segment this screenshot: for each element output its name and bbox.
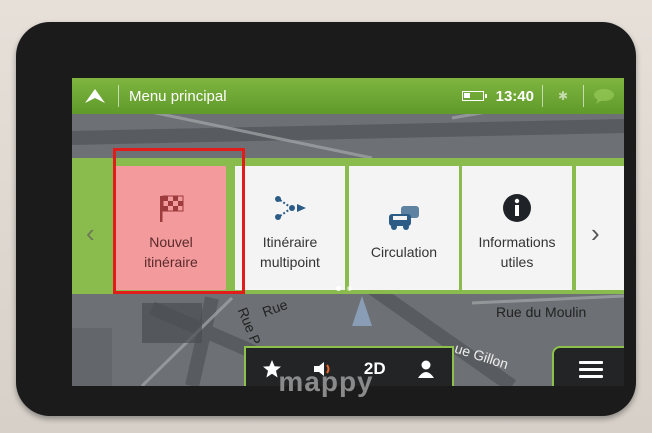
user-icon — [418, 360, 435, 378]
page-title: Menu principal — [129, 87, 227, 105]
chevron-right-icon[interactable]: › — [591, 218, 600, 249]
page-indicator — [336, 286, 352, 291]
multipoint-route-icon — [275, 196, 306, 220]
divider — [118, 85, 119, 107]
bluetooth-icon[interactable]: ✱ — [543, 89, 583, 103]
info-icon — [503, 194, 531, 222]
tile-label-line1: Informations — [478, 234, 556, 250]
gps-device: Rue du Moulin Rue Rue P ue Gillon Menu p… — [16, 22, 636, 416]
tile-circulation[interactable]: Circulation — [349, 166, 459, 290]
status-bar: Menu principal 13:40 ✱ — [72, 78, 624, 114]
profile-button[interactable] — [406, 351, 446, 386]
message-button[interactable] — [584, 88, 624, 104]
up-arrow-icon — [85, 89, 105, 103]
battery-icon — [461, 91, 487, 101]
clock: 13:40 — [495, 87, 534, 105]
traffic-cars-icon — [389, 206, 419, 230]
tile-informations-utiles[interactable]: Informations utiles — [462, 166, 572, 290]
page-dot-active — [336, 286, 341, 291]
tile-next-partial[interactable] — [576, 166, 624, 290]
tile-label-line2: multipoint — [260, 254, 320, 270]
selection-highlight-box — [113, 148, 245, 294]
brand-logo: mappy — [278, 366, 374, 397]
tile-label-line2: utiles — [500, 254, 534, 270]
hamburger-menu-icon — [579, 361, 603, 378]
street-label-rue-du-moulin: Rue du Moulin — [496, 304, 587, 320]
chevron-left-icon[interactable]: ‹ — [86, 218, 95, 249]
page-dot — [347, 286, 352, 291]
main-menu-button[interactable] — [552, 346, 624, 386]
tile-label-line1: Itinéraire — [262, 234, 318, 250]
screen: Rue du Moulin Rue Rue P ue Gillon Menu p… — [72, 78, 624, 386]
up-arrow-button[interactable] — [72, 78, 118, 114]
tile-itineraire-multipoint[interactable]: Itinéraire multipoint — [235, 166, 345, 290]
message-icon — [594, 89, 614, 104]
tile-label-line1: Circulation — [370, 244, 438, 260]
